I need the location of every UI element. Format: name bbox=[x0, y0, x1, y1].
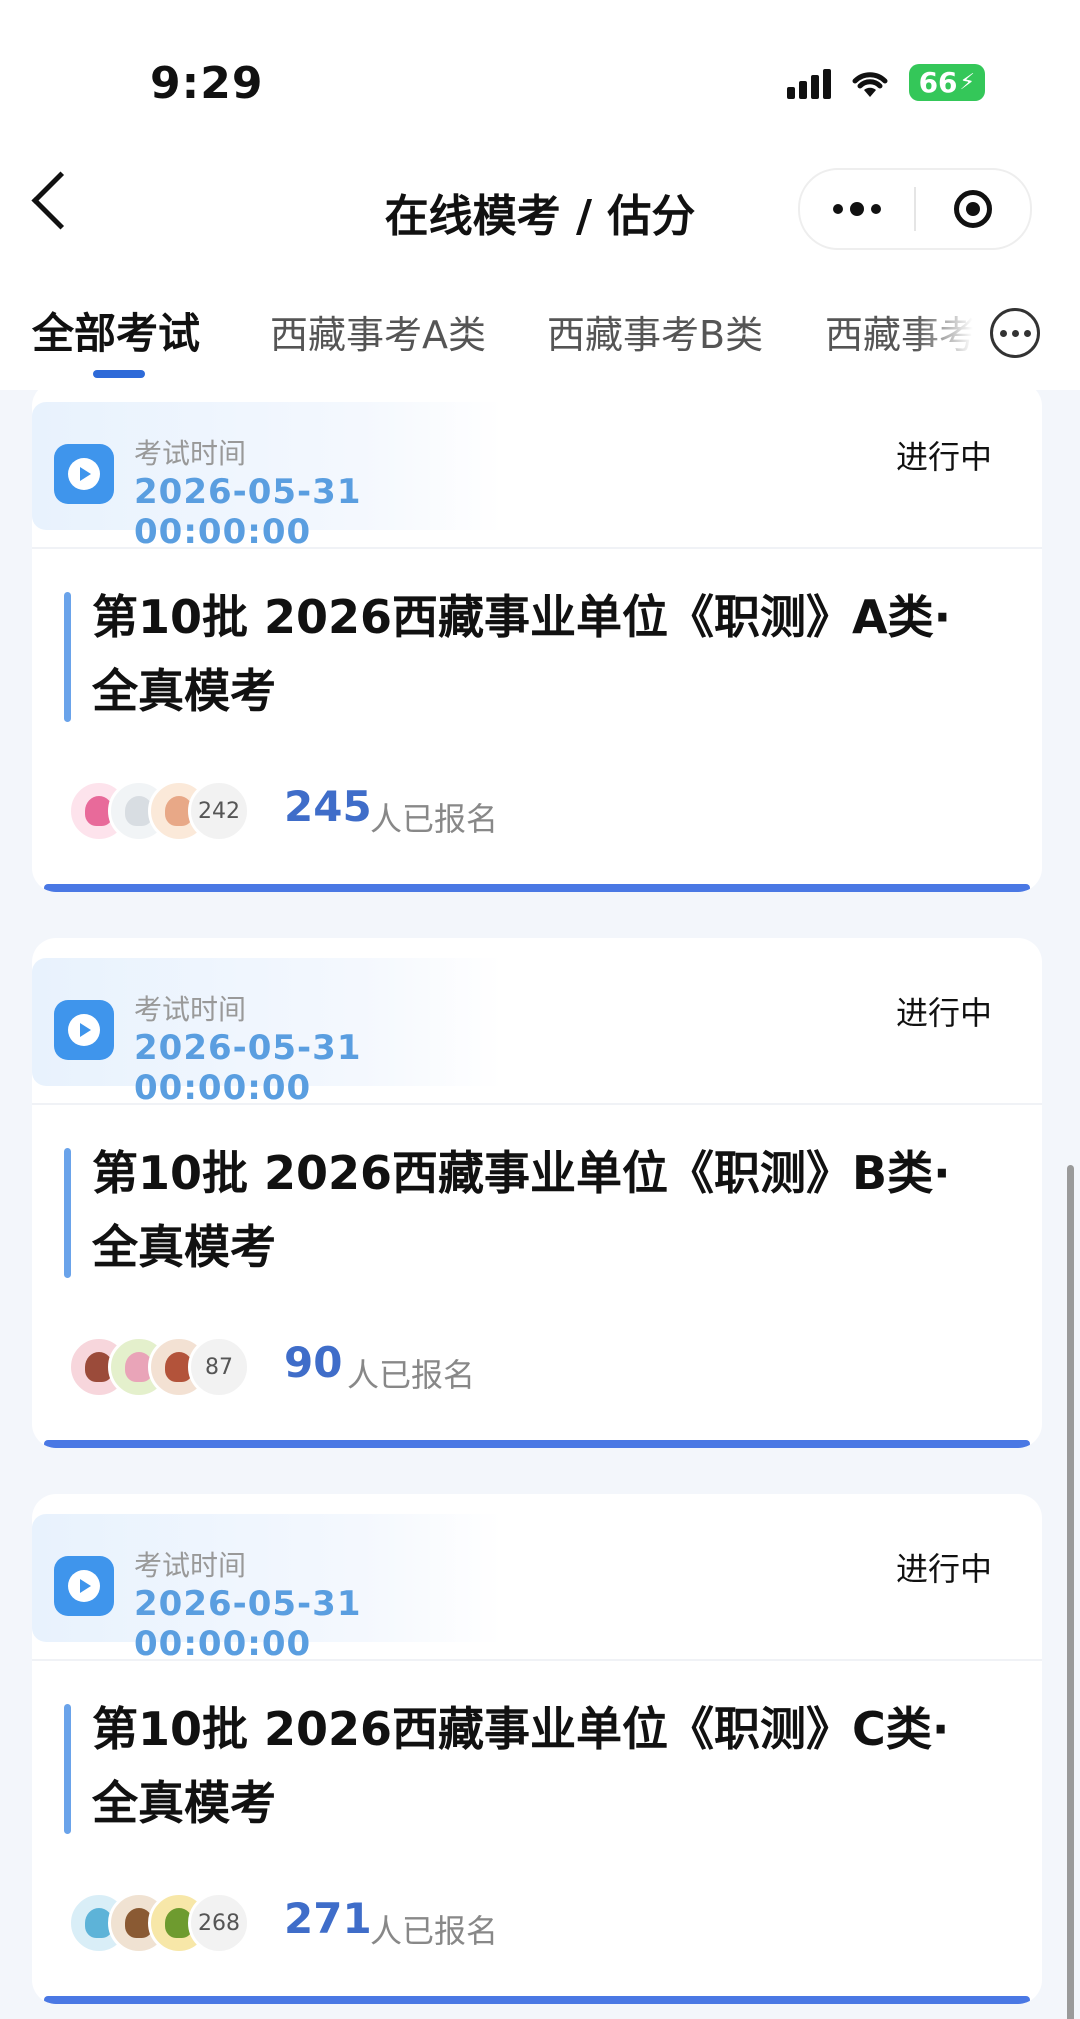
exam-time-value: 2026-05-31 00:00:00 bbox=[134, 472, 362, 552]
enrolled-count: 245 bbox=[284, 782, 372, 831]
exam-time-box: 考试时间 2026-05-31 00:00:00 bbox=[32, 1514, 502, 1664]
exam-time-box: 考试时间 2026-05-31 00:00:00 bbox=[32, 958, 502, 1108]
tab-tibet-b[interactable]: 西藏事考B类 bbox=[547, 304, 763, 359]
enrolled-count: 271 bbox=[284, 1894, 372, 1943]
exam-time-box: 考试时间 2026-05-31 00:00:00 bbox=[32, 402, 502, 552]
exam-time-value: 2026-05-31 00:00:00 bbox=[134, 1584, 362, 1664]
status-badge: 进行中 bbox=[895, 438, 992, 476]
more-tabs-icon[interactable] bbox=[990, 308, 1040, 358]
tab-all-exams[interactable]: 全部考试 bbox=[32, 300, 200, 361]
card-divider bbox=[32, 1103, 1042, 1105]
enrolled-label: 人已报名 bbox=[370, 800, 499, 838]
enrolled-label: 人已报名 bbox=[347, 1356, 476, 1394]
play-icon bbox=[54, 1000, 114, 1060]
battery-level: 66 bbox=[918, 66, 958, 99]
enrolled-count: 90 bbox=[284, 1338, 343, 1387]
card-divider bbox=[32, 547, 1042, 549]
exam-title: 第10批 2026西藏事业单位《职测》C类·全真模考 bbox=[92, 1702, 950, 1830]
exam-title: 第10批 2026西藏事业单位《职测》B类·全真模考 bbox=[92, 1146, 951, 1274]
cellular-signal-icon bbox=[786, 67, 831, 99]
status-time: 9:29 bbox=[150, 58, 264, 109]
status-badge: 进行中 bbox=[895, 1550, 992, 1588]
title-accent-bar bbox=[64, 1148, 71, 1278]
title-accent-bar bbox=[64, 1704, 71, 1834]
close-miniprogram-icon[interactable] bbox=[916, 190, 1030, 228]
enrolled-avatars: 242 bbox=[68, 780, 250, 846]
exam-title: 第10批 2026西藏事业单位《职测》A类·全真模考 bbox=[92, 590, 952, 718]
exam-card[interactable]: 考试时间 2026-05-31 00:00:00 进行中 第10批 2026西藏… bbox=[32, 390, 1042, 892]
play-icon bbox=[54, 1556, 114, 1616]
exam-time-label: 考试时间 bbox=[134, 437, 247, 470]
exam-time-label: 考试时间 bbox=[134, 993, 247, 1026]
exam-time-label: 考试时间 bbox=[134, 1549, 247, 1582]
card-divider bbox=[32, 1659, 1042, 1661]
scrollbar[interactable] bbox=[1067, 1165, 1074, 2019]
wifi-icon bbox=[852, 71, 888, 97]
status-badge: 进行中 bbox=[895, 994, 992, 1032]
exam-list: 考试时间 2026-05-31 00:00:00 进行中 第10批 2026西藏… bbox=[0, 390, 1080, 2019]
tab-tibet-a[interactable]: 西藏事考A类 bbox=[270, 304, 486, 359]
more-options-icon[interactable] bbox=[800, 202, 914, 216]
battery-icon: 66 ⚡ bbox=[908, 64, 985, 101]
enrolled-avatars: 268 bbox=[68, 1892, 250, 1958]
avatar-more-count: 87 bbox=[188, 1336, 250, 1398]
category-tabs: 全部考试 西藏事考A类 西藏事考B类 西藏事考 bbox=[0, 290, 1080, 390]
exam-card[interactable]: 考试时间 2026-05-31 00:00:00 进行中 第10批 2026西藏… bbox=[32, 1494, 1042, 2004]
exam-time-value: 2026-05-31 00:00:00 bbox=[134, 1028, 362, 1108]
enrolled-label: 人已报名 bbox=[370, 1912, 499, 1950]
title-accent-bar bbox=[64, 592, 71, 722]
miniprogram-capsule bbox=[798, 168, 1032, 250]
status-icons: 66 ⚡ bbox=[786, 64, 985, 101]
enrolled-avatars: 87 bbox=[68, 1336, 250, 1402]
avatar-more-count: 268 bbox=[188, 1892, 250, 1954]
active-tab-indicator bbox=[93, 370, 145, 378]
exam-card[interactable]: 考试时间 2026-05-31 00:00:00 进行中 第10批 2026西藏… bbox=[32, 938, 1042, 1448]
play-icon bbox=[54, 444, 114, 504]
avatar-more-count: 242 bbox=[188, 780, 250, 842]
